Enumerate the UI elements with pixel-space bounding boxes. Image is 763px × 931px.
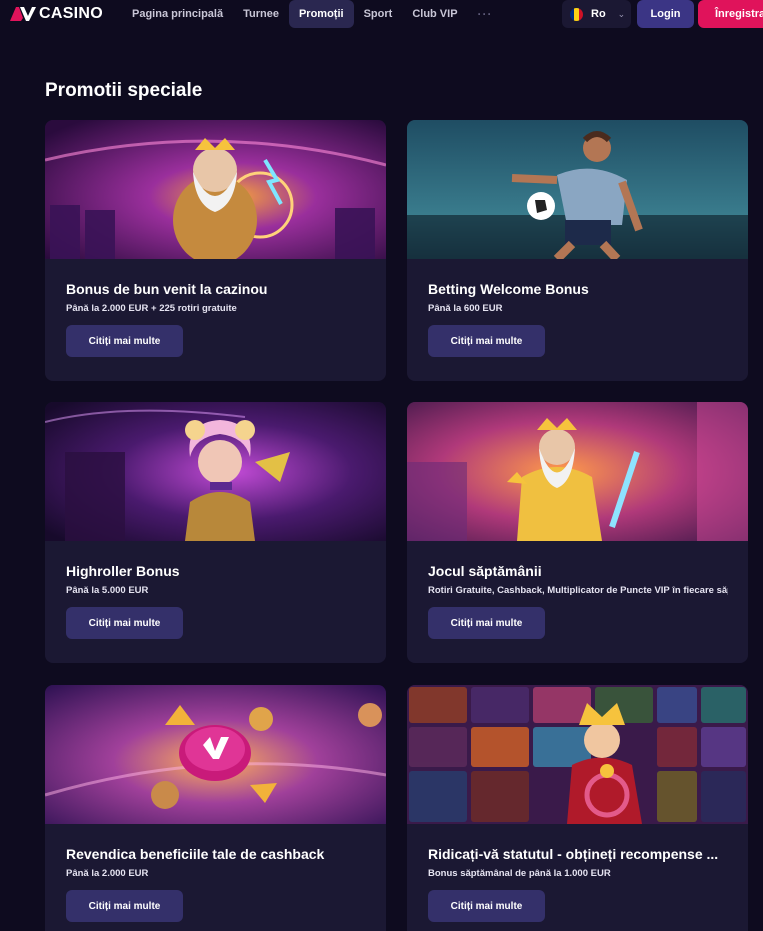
promo-card: Ridicați-vă statutul - obțineți recompen… [407, 685, 748, 931]
promo-image-cashback [45, 685, 386, 824]
promo-subtitle: Până la 5.000 EUR [66, 585, 149, 596]
promo-subtitle: Până la 2.000 EUR + 225 rotiri gratuite [66, 303, 237, 314]
nav-promotions[interactable]: Promoții [288, 0, 354, 28]
login-button[interactable]: Login [637, 0, 694, 28]
promo-subtitle: Până la 2.000 EUR [66, 868, 149, 879]
promo-title: Ridicați-vă statutul - obțineți recompen… [428, 846, 719, 862]
language-label: Ro [591, 8, 606, 20]
nav-tournaments[interactable]: Turnee [233, 0, 289, 28]
promo-card: Betting Welcome Bonus Până la 600 EUR Ci… [407, 120, 748, 381]
promo-subtitle: Bonus săptămânal de până la 1.000 EUR [428, 868, 611, 879]
page-title: Promotii speciale [45, 80, 203, 101]
logo-mark-icon [10, 7, 36, 21]
logo-text: CASINO [39, 5, 104, 22]
promo-subtitle: Rotiri Gratuite, Cashback, Multiplicator… [428, 585, 728, 596]
promo-title: Betting Welcome Bonus [428, 281, 589, 297]
read-more-button[interactable]: Citiți mai multe [66, 607, 183, 639]
promo-image-vip-status [407, 685, 748, 824]
promo-title: Bonus de bun venit la cazinou [66, 281, 268, 297]
more-menu-icon[interactable]: ··· [468, 0, 503, 28]
read-more-button[interactable]: Citiți mai multe [428, 325, 545, 357]
promo-card: Bonus de bun venit la cazinou Până la 2.… [45, 120, 386, 381]
read-more-button[interactable]: Citiți mai multe [428, 607, 545, 639]
nav-home[interactable]: Pagina principală [122, 0, 233, 28]
promo-title: Revendica beneficiile tale de cashback [66, 846, 325, 862]
romania-flag-icon [570, 7, 583, 21]
nav-sport[interactable]: Sport [354, 0, 403, 28]
promo-subtitle: Până la 600 EUR [428, 303, 503, 314]
main-nav: Pagina principală Turnee Promoții Sport … [122, 0, 503, 28]
read-more-button[interactable]: Citiți mai multe [66, 890, 183, 922]
top-header: CASINO Pagina principală Turnee Promoții… [0, 0, 763, 36]
promo-title: Jocul săptămânii [428, 563, 542, 579]
promo-card: Highroller Bonus Până la 5.000 EUR Citiț… [45, 402, 386, 663]
nav-vip-club[interactable]: Club VIP [402, 0, 467, 28]
read-more-button[interactable]: Citiți mai multe [428, 890, 545, 922]
promo-title: Highroller Bonus [66, 563, 180, 579]
promo-card: Revendica beneficiile tale de cashback P… [45, 685, 386, 931]
logo[interactable]: CASINO [10, 4, 103, 24]
promo-image-highroller [45, 402, 386, 541]
promo-image-game-of-week [407, 402, 748, 541]
promo-image-zeus [45, 120, 386, 259]
read-more-button[interactable]: Citiți mai multe [66, 325, 183, 357]
promo-card: Jocul săptămânii Rotiri Gratuite, Cashba… [407, 402, 748, 663]
language-selector[interactable]: Ro ⌄ [562, 0, 631, 28]
register-button[interactable]: Înregistrar [698, 0, 763, 28]
promo-image-football [407, 120, 748, 259]
chevron-down-icon: ⌄ [617, 8, 626, 19]
